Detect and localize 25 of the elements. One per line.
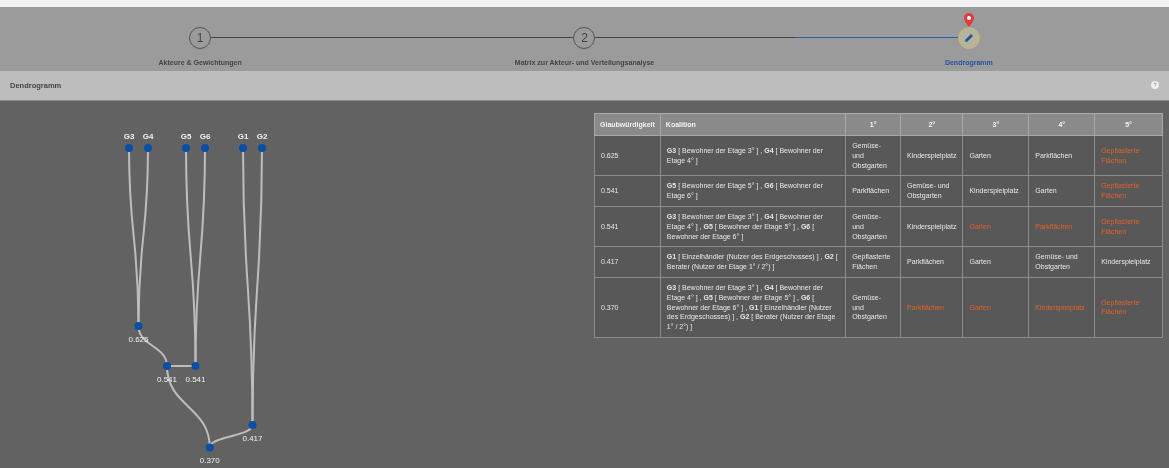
tree-node [191,362,200,370]
tree-node [201,144,209,152]
step-number[interactable]: 1 [189,27,212,49]
leaf-label: G2 [256,132,268,141]
leaf-label: G3 [123,132,135,141]
leaf-label: G1 [237,132,249,141]
node-value: 0.417 [242,434,263,443]
step-indicator[interactable] [957,27,980,49]
tree-node [239,144,247,152]
tree-node [182,144,190,152]
tree-node [134,322,143,330]
leaf-label: G4 [142,132,154,141]
tree-node [125,144,133,152]
leaf-label: G5 [180,132,192,141]
tree-node [205,443,214,452]
map-pin-icon [963,13,974,27]
pencil-icon [963,33,974,43]
tree-node [258,144,266,152]
node-value: 0.541 [185,375,206,384]
step-number[interactable]: 2 [573,27,596,49]
tree-node [144,144,152,152]
leaf-label: G6 [199,132,211,141]
tree-node [248,421,257,429]
tree-node [163,362,171,370]
node-value: 0.370 [199,456,220,466]
